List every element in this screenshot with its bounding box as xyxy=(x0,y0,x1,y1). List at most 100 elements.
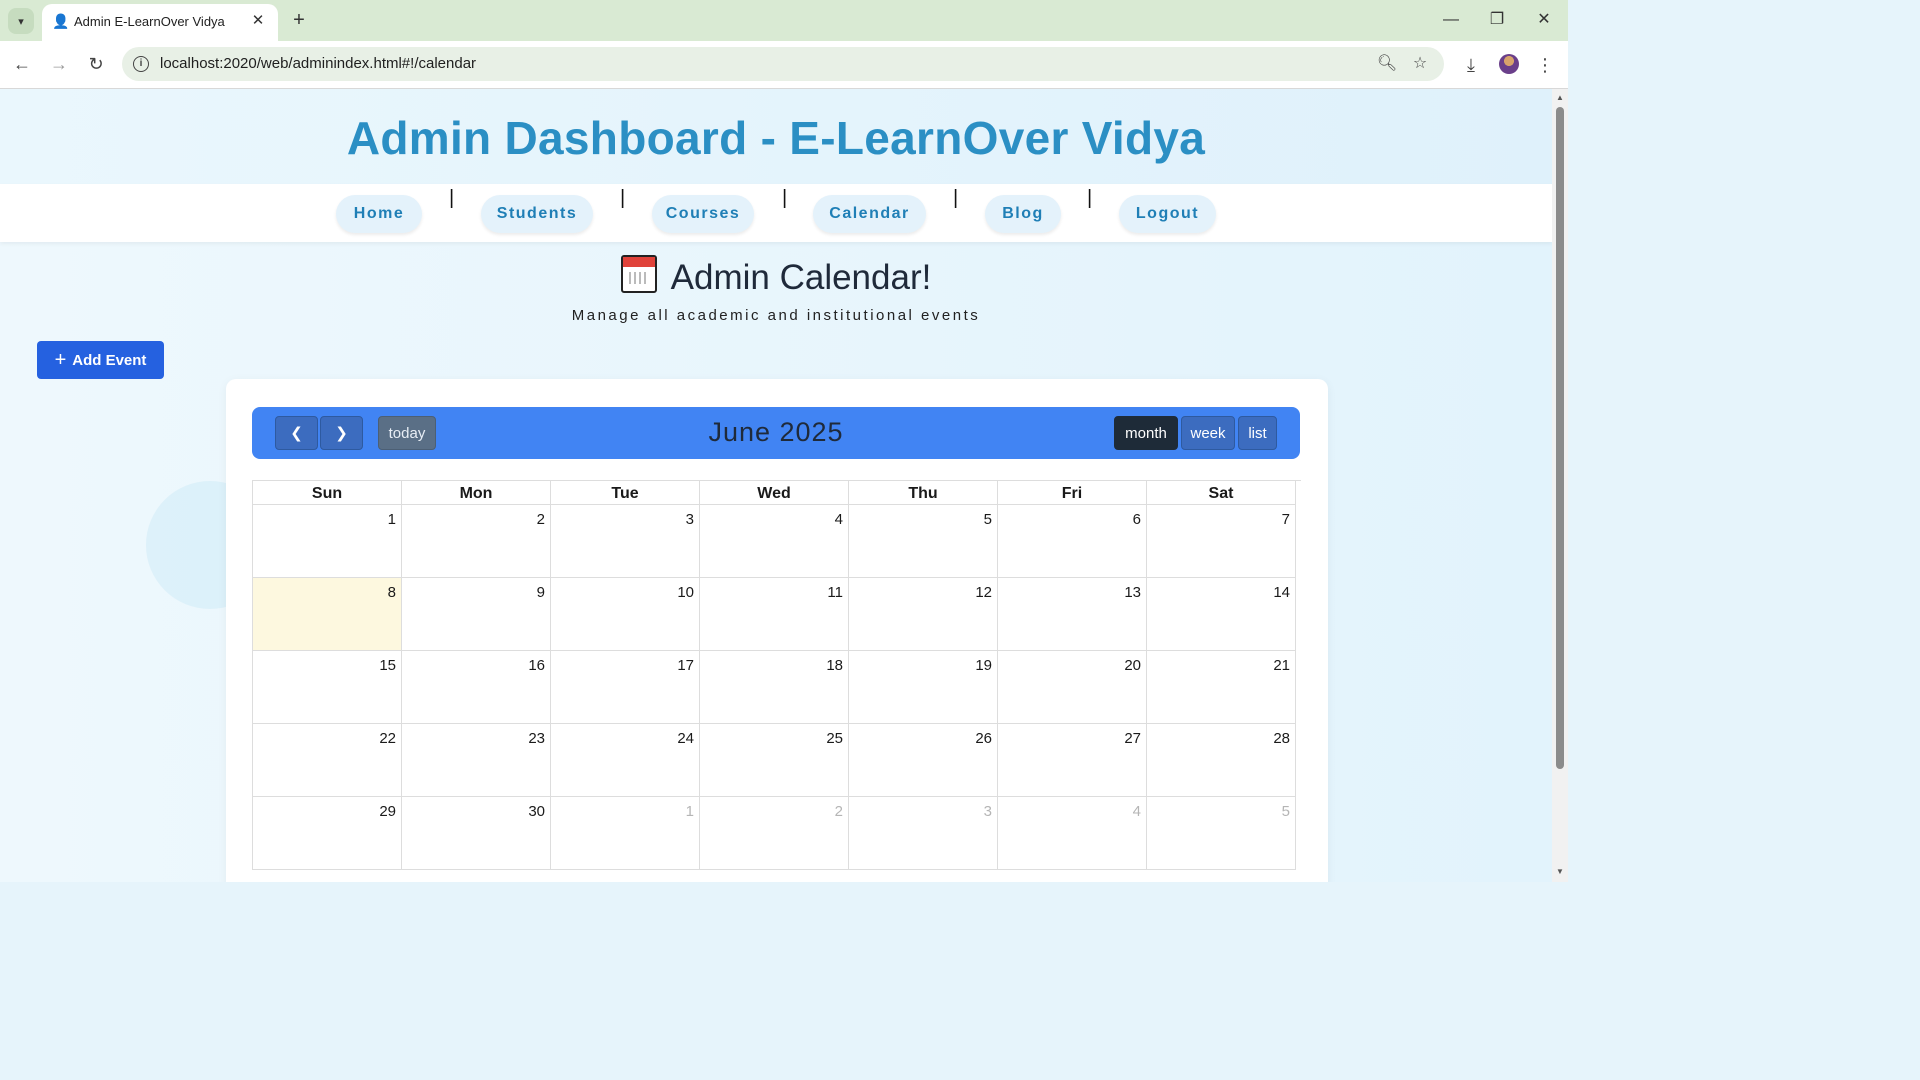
bookmark-star-icon[interactable]: ☆ xyxy=(1409,53,1431,75)
view-week-button[interactable]: week xyxy=(1181,416,1235,450)
day-cell[interactable]: 26 xyxy=(849,724,998,797)
user-favicon-icon: 👤 xyxy=(52,13,70,29)
next-month-button[interactable]: ❯ xyxy=(320,416,363,450)
browser-toolbar: ← → ↻ i localhost:2020/web/adminindex.ht… xyxy=(0,41,1568,89)
day-cell[interactable]: 5 xyxy=(849,505,998,578)
other-month-day-cell[interactable]: 2 xyxy=(700,797,849,870)
calendar-icon xyxy=(620,255,657,293)
site-header: Admin Dashboard - E-LearnOver Vidya xyxy=(0,89,1552,184)
day-cell[interactable]: 2 xyxy=(402,505,551,578)
day-cell[interactable]: 1 xyxy=(253,505,402,578)
download-icon[interactable]: ⤓ xyxy=(1459,53,1483,77)
chevron-left-icon: ❮ xyxy=(290,425,303,442)
other-month-day-cell[interactable]: 5 xyxy=(1147,797,1296,870)
day-cell[interactable]: 24 xyxy=(551,724,700,797)
day-cell[interactable]: 9 xyxy=(402,578,551,651)
nav-separator: | xyxy=(782,187,788,209)
site-info-icon[interactable]: i xyxy=(133,56,149,72)
weekday-header-row: Sun Mon Tue Wed Thu Fri Sat xyxy=(253,481,1301,505)
add-event-button[interactable]: + Add Event xyxy=(37,341,164,379)
back-arrow-icon[interactable]: ← xyxy=(9,51,35,77)
day-cell[interactable]: 30 xyxy=(402,797,551,870)
day-cell[interactable]: 14 xyxy=(1147,578,1296,651)
address-bar[interactable]: i localhost:2020/web/adminindex.html#!/c… xyxy=(122,47,1444,81)
day-cell[interactable]: 16 xyxy=(402,651,551,724)
profile-avatar[interactable] xyxy=(1499,54,1519,74)
browser-tabstrip: ▾ 👤 Admin E-LearnOver Vidya ✕ + — ❐ ✕ xyxy=(0,0,1568,41)
nav-logout[interactable]: Logout xyxy=(1119,195,1216,233)
weekday-header: Tue xyxy=(551,481,700,505)
chevron-right-icon: ❯ xyxy=(335,425,348,442)
browser-tab[interactable]: 👤 Admin E-LearnOver Vidya ✕ xyxy=(42,4,278,41)
new-tab-button[interactable]: + xyxy=(286,8,312,34)
day-cell[interactable]: 22 xyxy=(253,724,402,797)
calendar-subtitle: Manage all academic and institutional ev… xyxy=(571,307,981,324)
minimize-icon[interactable]: — xyxy=(1436,8,1466,32)
day-cell[interactable]: 10 xyxy=(551,578,700,651)
week-row: 22 23 24 25 26 27 28 xyxy=(253,724,1301,797)
view-list-button[interactable]: list xyxy=(1238,416,1277,450)
calendar-card: June 2025 ❮ ❯ today month week list Sun … xyxy=(226,379,1328,882)
other-month-day-cell[interactable]: 4 xyxy=(998,797,1147,870)
url-text[interactable]: localhost:2020/web/adminindex.html#!/cal… xyxy=(160,55,476,72)
nav-blog[interactable]: Blog xyxy=(985,195,1061,233)
day-cell[interactable]: 4 xyxy=(700,505,849,578)
week-row: 1 2 3 4 5 6 7 xyxy=(253,505,1301,578)
close-window-icon[interactable]: ✕ xyxy=(1529,8,1559,32)
restore-icon[interactable]: ❐ xyxy=(1482,8,1512,32)
view-month-button[interactable]: month xyxy=(1114,416,1178,450)
day-cell[interactable]: 20 xyxy=(998,651,1147,724)
day-cell[interactable]: 29 xyxy=(253,797,402,870)
day-cell[interactable]: 6 xyxy=(998,505,1147,578)
zoom-icon[interactable]: 🔍︎ xyxy=(1376,53,1398,75)
weekday-header: Mon xyxy=(402,481,551,505)
week-row: 15 16 17 18 19 20 21 xyxy=(253,651,1301,724)
nav-courses[interactable]: Courses xyxy=(652,195,754,233)
day-cell[interactable]: 19 xyxy=(849,651,998,724)
weekday-header: Thu xyxy=(849,481,998,505)
today-day-cell[interactable]: 8 xyxy=(253,578,402,651)
add-event-label: Add Event xyxy=(72,351,147,369)
forward-arrow-icon[interactable]: → xyxy=(46,51,72,77)
day-cell[interactable]: 17 xyxy=(551,651,700,724)
tab-search-button[interactable]: ▾ xyxy=(8,8,34,34)
nav-calendar[interactable]: Calendar xyxy=(813,195,926,233)
day-cell[interactable]: 21 xyxy=(1147,651,1296,724)
scroll-down-arrow-icon[interactable]: ▼ xyxy=(1555,867,1565,877)
scroll-up-arrow-icon[interactable]: ▲ xyxy=(1555,93,1565,103)
nav-separator: | xyxy=(620,187,626,209)
day-cell[interactable]: 12 xyxy=(849,578,998,651)
nav-home[interactable]: Home xyxy=(336,195,422,233)
site-title: Admin Dashboard - E-LearnOver Vidya xyxy=(346,112,1206,164)
main-nav: Home | Students | Courses | Calendar | B… xyxy=(0,184,1552,242)
weekday-header: Wed xyxy=(700,481,849,505)
weekday-header: Sat xyxy=(1147,481,1296,505)
day-cell[interactable]: 7 xyxy=(1147,505,1296,578)
day-cell[interactable]: 15 xyxy=(253,651,402,724)
week-row: 29 30 1 2 3 4 5 xyxy=(253,797,1301,870)
day-cell[interactable]: 23 xyxy=(402,724,551,797)
today-button[interactable]: today xyxy=(378,416,436,450)
nav-students[interactable]: Students xyxy=(481,195,593,233)
prev-month-button[interactable]: ❮ xyxy=(275,416,318,450)
day-cell[interactable]: 13 xyxy=(998,578,1147,651)
week-row: 8 9 10 11 12 13 14 xyxy=(253,578,1301,651)
weekday-header: Sun xyxy=(253,481,402,505)
page-content: Admin Dashboard - E-LearnOver Vidya Home… xyxy=(0,89,1552,882)
other-month-day-cell[interactable]: 3 xyxy=(849,797,998,870)
calendar-heading: Admin Calendar! xyxy=(0,255,1552,298)
scrollbar-thumb[interactable] xyxy=(1556,107,1564,769)
close-tab-icon[interactable]: ✕ xyxy=(248,11,268,31)
day-cell[interactable]: 27 xyxy=(998,724,1147,797)
day-cell[interactable]: 28 xyxy=(1147,724,1296,797)
other-month-day-cell[interactable]: 1 xyxy=(551,797,700,870)
weekday-header: Fri xyxy=(998,481,1147,505)
page-scrollbar[interactable]: ▲ ▼ xyxy=(1552,89,1568,882)
calendar-heading-text: Admin Calendar! xyxy=(670,258,932,297)
day-cell[interactable]: 11 xyxy=(700,578,849,651)
reload-icon[interactable]: ↻ xyxy=(83,51,109,77)
menu-kebab-icon[interactable]: ⋮ xyxy=(1533,53,1557,77)
day-cell[interactable]: 25 xyxy=(700,724,849,797)
day-cell[interactable]: 3 xyxy=(551,505,700,578)
day-cell[interactable]: 18 xyxy=(700,651,849,724)
